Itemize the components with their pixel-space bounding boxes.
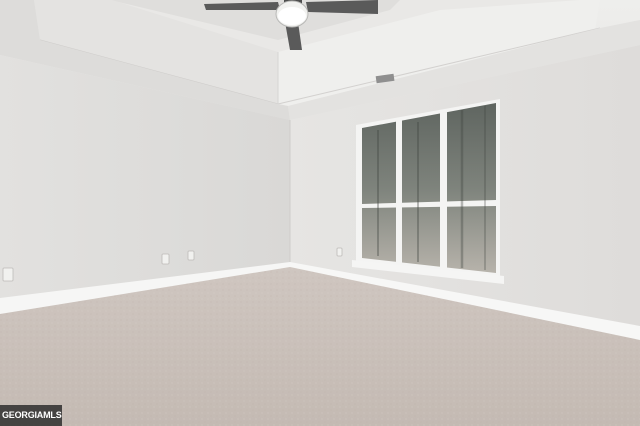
window [352,99,504,284]
wall-outlet [2,267,14,282]
wall-outlet [161,253,170,265]
wall-outlet [336,247,343,257]
room-illustration [0,0,640,426]
mls-watermark: GEORGIAMLS [0,405,62,426]
empty-room-photo: GEORGIAMLS [0,0,640,426]
wall-outlet [187,250,195,261]
